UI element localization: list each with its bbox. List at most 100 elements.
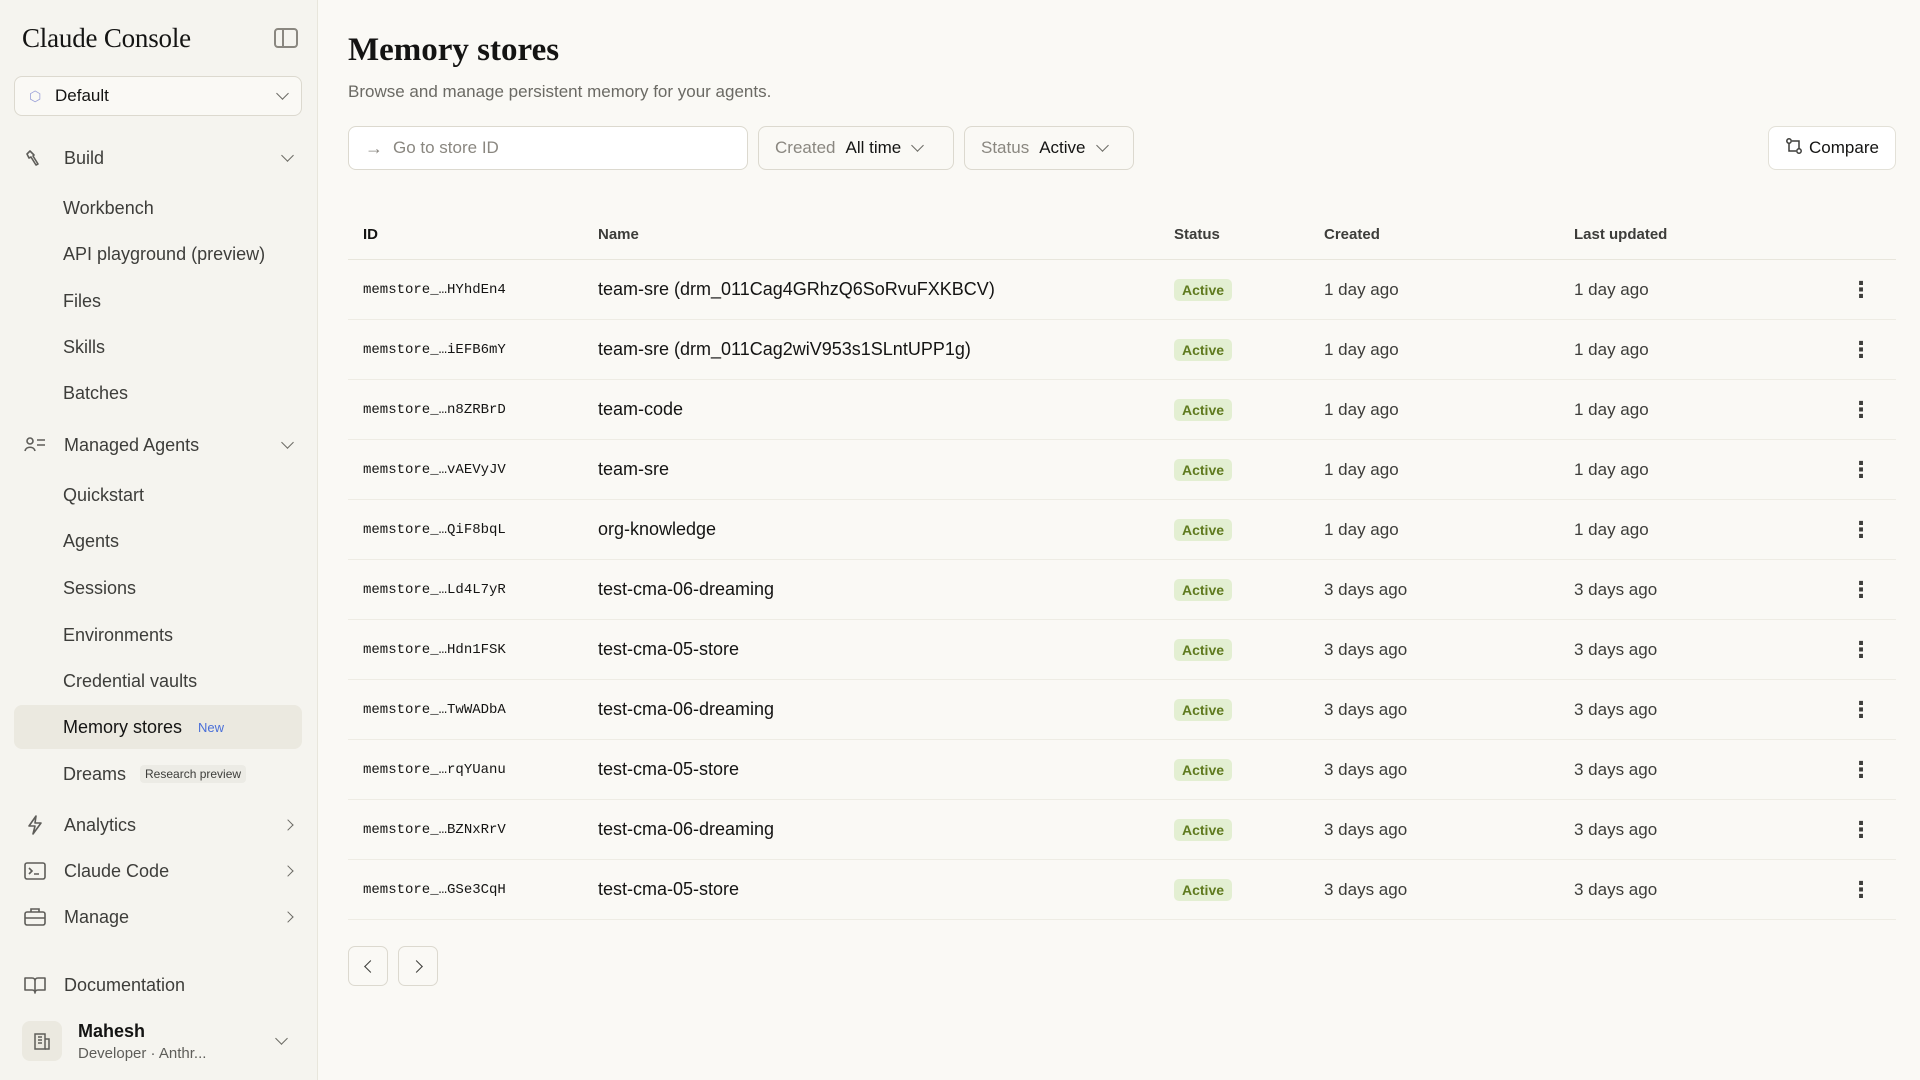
kebab-menu-icon: ⋮ — [1850, 816, 1872, 842]
sidebar-item-label: Dreams — [63, 763, 127, 784]
agents-icon — [24, 434, 46, 456]
compare-icon — [1785, 137, 1803, 160]
row-menu-button[interactable]: ⋮ — [1804, 816, 1896, 842]
row-menu-button[interactable]: ⋮ — [1804, 278, 1896, 301]
brand-logo: Claude Console — [22, 22, 191, 53]
filter-key: Created — [775, 138, 836, 157]
status-badge: Active — [1174, 638, 1233, 661]
status-filter[interactable]: Status Active — [964, 126, 1134, 170]
sidebar-item-agents[interactable]: Agents — [14, 519, 302, 563]
created-value: 3 days ago — [1324, 699, 1408, 719]
table-row[interactable]: memstore_…iEFB6mY team-sre (drm_011Cag2wi… — [348, 320, 1896, 380]
main-content: Memory stores Browse and manage persiste… — [348, 0, 1900, 1080]
nav-group-label: Manage — [64, 906, 130, 927]
status-cell: Active — [1174, 518, 1324, 541]
kebab-menu-icon: ⋮ — [1850, 696, 1872, 722]
sidebar-item-batches[interactable]: Batches — [14, 371, 302, 415]
table-row[interactable]: memstore_…Hdn1FSK test-cma-05-store Active… — [348, 620, 1896, 680]
row-menu-button[interactable]: ⋮ — [1804, 578, 1896, 601]
sidebar-item-environments[interactable]: Environments — [14, 613, 302, 657]
store-id: memstore_…rqYUanu — [363, 761, 506, 778]
created-value: 3 days ago — [1324, 819, 1408, 839]
row-menu-button[interactable]: ⋮ — [1804, 696, 1896, 722]
status-badge: Active — [1174, 338, 1233, 361]
store-id: memstore_…GSe3CqH — [363, 881, 506, 898]
store-id-search[interactable]: → — [348, 126, 748, 170]
row-menu-button[interactable]: ⋮ — [1804, 758, 1896, 781]
nav-group-managed-agents[interactable]: Managed Agents — [14, 425, 302, 465]
header-status[interactable]: Status — [1174, 226, 1324, 243]
created-filter[interactable]: Created All time — [758, 126, 954, 170]
row-menu-button[interactable]: ⋮ — [1804, 516, 1896, 542]
created-value: 1 day ago — [1324, 399, 1399, 419]
user-menu[interactable]: Mahesh Developer · Anthr... — [22, 1018, 298, 1064]
store-id: memstore_…Ld4L7yR — [363, 581, 506, 598]
updated-value: 3 days ago — [1574, 819, 1658, 839]
store-name: org-knowledge — [598, 519, 717, 539]
sidebar-item-credential-vaults[interactable]: Credential vaults — [14, 659, 302, 703]
table-row[interactable]: memstore_…GSe3CqH test-cma-05-store Active… — [348, 860, 1896, 920]
table-row[interactable]: memstore_…rqYUanu test-cma-05-store Active… — [348, 740, 1896, 800]
header-created[interactable]: Created — [1324, 226, 1574, 243]
table-row[interactable]: memstore_…HYhdEn4 team-sre (drm_011Cag4GR… — [348, 260, 1896, 320]
compare-label: Compare — [1809, 138, 1879, 157]
store-name: test-cma-06-dreaming — [598, 699, 775, 719]
compare-button[interactable]: Compare — [1768, 126, 1896, 170]
user-role: Developer · Anthr... — [78, 1044, 207, 1062]
sidebar-item-memory-stores[interactable]: Memory stores New — [14, 705, 302, 749]
row-menu-button[interactable]: ⋮ — [1804, 878, 1896, 901]
sidebar-item-dreams[interactable]: Dreams Research preview — [14, 752, 302, 796]
chevron-right-icon — [282, 865, 294, 877]
filter-key: Status — [981, 138, 1030, 157]
header-id[interactable]: ID — [348, 226, 598, 243]
nav-group-build[interactable]: Build — [14, 138, 302, 178]
prev-page-button[interactable] — [348, 946, 388, 986]
chevron-down-icon — [1095, 139, 1109, 152]
status-cell: Active — [1174, 638, 1324, 661]
updated-value: 3 days ago — [1574, 759, 1658, 779]
table-row[interactable]: memstore_…vAEVyJV team-sre Active 1 day ago… — [348, 440, 1896, 500]
workspace-select[interactable]: ⬡ Default — [14, 76, 302, 116]
status-cell: Active — [1174, 698, 1324, 721]
header-last-updated[interactable]: Last updated — [1574, 226, 1804, 243]
row-menu-button[interactable]: ⋮ — [1804, 638, 1896, 661]
table-row[interactable]: memstore_…QiF8bqL org-knowledge Active 1 da… — [348, 500, 1896, 560]
sidebar-item-skills[interactable]: Skills — [14, 325, 302, 369]
table-row[interactable]: memstore_…TwWADbA test-cma-06-dreaming Act… — [348, 680, 1896, 740]
sidebar-toggle-icon[interactable] — [274, 28, 298, 48]
status-cell: Active — [1174, 878, 1324, 901]
updated-value: 3 days ago — [1574, 579, 1658, 599]
briefcase-icon — [24, 906, 46, 928]
nav-group-manage[interactable]: Manage — [14, 897, 302, 937]
row-menu-button[interactable]: ⋮ — [1804, 458, 1896, 481]
status-cell: Active — [1174, 458, 1324, 481]
updated-value: 3 days ago — [1574, 879, 1658, 899]
sidebar-item-api-playground[interactable]: API playground (preview) — [14, 232, 302, 276]
sidebar-item-quickstart[interactable]: Quickstart — [14, 473, 302, 517]
row-menu-button[interactable]: ⋮ — [1804, 398, 1896, 421]
chevron-right-icon — [409, 959, 423, 973]
nav-group-label: Build — [64, 147, 105, 168]
search-input[interactable] — [393, 138, 731, 158]
chevron-down-icon — [276, 87, 289, 100]
sidebar-item-workbench[interactable]: Workbench — [14, 186, 302, 230]
nav-group-claude-code[interactable]: Claude Code — [14, 851, 302, 891]
table-row[interactable]: memstore_…n8ZRBrD team-code Active 1 day ag… — [348, 380, 1896, 440]
table-row[interactable]: memstore_…BZNxRrV test-cma-06-dreaming Act… — [348, 800, 1896, 860]
chevron-down-icon — [275, 1032, 288, 1045]
status-badge: Active — [1174, 578, 1233, 601]
page-title: Memory stores — [348, 32, 560, 68]
memory-stores-table: ID Name Status Created Last updated mems… — [348, 210, 1896, 920]
table-row[interactable]: memstore_…Ld4L7yR test-cma-06-dreaming Act… — [348, 560, 1896, 620]
sidebar-item-files[interactable]: Files — [14, 279, 302, 323]
header-name[interactable]: Name — [598, 226, 1174, 243]
kebab-menu-icon: ⋮ — [1850, 516, 1872, 542]
row-menu-button[interactable]: ⋮ — [1804, 338, 1896, 361]
sidebar: Claude Console ⬡ Default Build Workbench… — [0, 0, 318, 1080]
sidebar-item-sessions[interactable]: Sessions — [14, 566, 302, 610]
next-page-button[interactable] — [398, 946, 438, 986]
status-badge: Active — [1174, 878, 1233, 901]
nav-item-documentation[interactable]: Documentation — [14, 965, 302, 1005]
nav-group-analytics[interactable]: Analytics — [14, 805, 302, 845]
status-badge: Active — [1174, 518, 1233, 541]
